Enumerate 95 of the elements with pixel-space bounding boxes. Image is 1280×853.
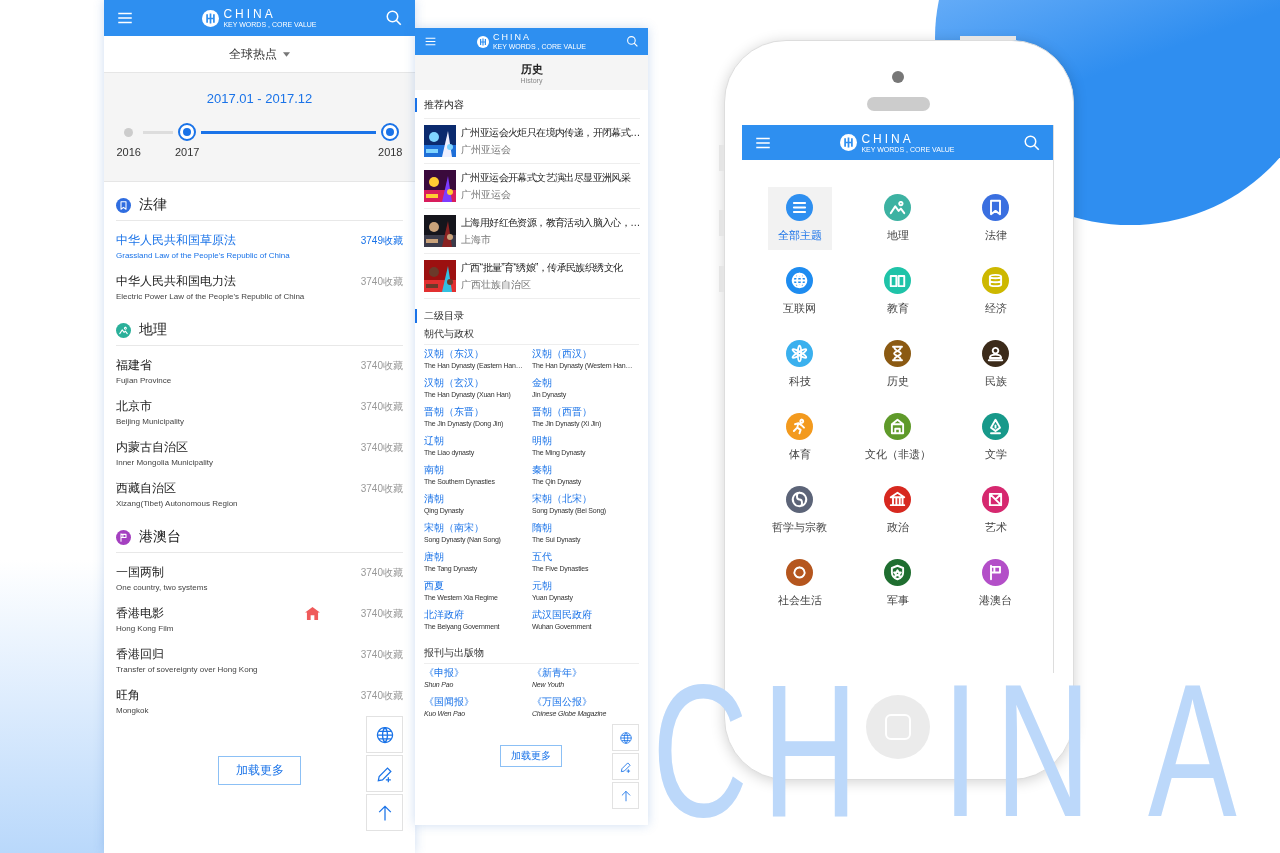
page-title: 历史 <box>520 61 543 77</box>
back-to-top-button[interactable] <box>366 794 403 831</box>
section-heading: 二级目录 <box>415 309 648 323</box>
timeline-handle[interactable] <box>381 123 400 141</box>
logo-icon <box>202 9 220 27</box>
backdrop-letter: N <box>995 660 1092 841</box>
topic-label: 政治 <box>886 520 909 535</box>
topic-tile[interactable]: 文化（非遗） <box>865 406 930 469</box>
list-item[interactable]: 一国两制 One country, two systems 3740收藏 <box>116 557 403 598</box>
backdrop-letter: I <box>942 660 979 841</box>
phone-speaker <box>867 97 930 111</box>
topic-label: 民族 <box>984 374 1007 389</box>
topic-tile[interactable]: 教育 <box>865 260 930 323</box>
back-to-top-button[interactable] <box>612 782 639 809</box>
backdrop-letter: A <box>1148 660 1237 841</box>
news-item[interactable]: 广州亚运会开幕式文艺演出尽显亚洲风采 广州亚运会 <box>424 164 640 209</box>
topic-label: 教育 <box>886 301 909 316</box>
logo-icon <box>476 35 489 48</box>
logo-icon <box>840 134 858 151</box>
house-icon <box>305 607 320 620</box>
topic-label: 港澳台 <box>979 593 1012 608</box>
timeline-handle[interactable] <box>124 127 134 137</box>
list-item[interactable]: 北京市 Beijing Municipality 3740收藏 <box>116 391 403 432</box>
logo-text: CHINA <box>223 8 277 20</box>
year-label: 2017 <box>174 146 201 158</box>
topic-tile[interactable]: 艺术 <box>963 479 1028 542</box>
topic-tile[interactable]: 港澳台 <box>963 552 1028 615</box>
date-range: 2017.01 - 2017.12 <box>206 91 313 106</box>
list-item[interactable]: 中华人民共和国电力法 Electric Power Law of the People's Republic of China 3740收藏 <box>116 266 403 307</box>
list-item[interactable]: 中华人民共和国草原法 Grassland Law of the People's Republic of China 3749收藏 <box>116 225 403 266</box>
globe-button[interactable] <box>612 724 639 751</box>
topic-label: 全部主题 <box>777 228 822 243</box>
topic-tile[interactable]: 体育 <box>767 406 832 469</box>
news-item[interactable]: 广州亚运会火炬只在境内传递，开闭幕式… 广州亚运会 <box>424 119 640 164</box>
caret-icon <box>283 51 290 57</box>
topic-label: 艺术 <box>984 520 1007 535</box>
backdrop-letter: H <box>762 660 859 841</box>
filter-dropdown[interactable]: 全球热点 <box>225 41 294 67</box>
globe-icon <box>618 730 633 745</box>
topic-tile[interactable]: 全部主题 <box>767 187 832 250</box>
edit-add-button[interactable] <box>612 753 639 780</box>
news-item[interactable]: 上海用好红色资源，教育活动入脑入心，… 上海市 <box>424 209 640 254</box>
topic-label: 军事 <box>886 593 909 608</box>
list-item[interactable]: 福建省 Fujian Province 3740收藏 <box>116 350 403 391</box>
topic-label: 互联网 <box>783 301 816 316</box>
load-more-button[interactable]: 加载更多 <box>500 745 562 767</box>
topic-tile[interactable]: 文学 <box>963 406 1028 469</box>
topic-label: 历史 <box>886 374 909 389</box>
section-title: 地理 <box>139 321 167 339</box>
menu-icon[interactable] <box>424 35 437 48</box>
topic-label: 社会生活 <box>777 593 822 608</box>
topic-label: 地理 <box>886 228 909 243</box>
topic-tile[interactable]: 地理 <box>865 187 930 250</box>
topic-tile[interactable]: 互联网 <box>767 260 832 323</box>
list-item[interactable]: 香港回归 Transfer of sovereignty over Hong Kong 3740收藏 <box>116 639 403 680</box>
topic-tile[interactable]: 历史 <box>865 333 930 396</box>
group-title: 朝代与政权 <box>424 327 639 345</box>
backdrop-letter: C <box>652 660 749 841</box>
topic-tile[interactable]: 法律 <box>963 187 1028 250</box>
news-item[interactable]: 广西“批量”育“绣娘”，传承民族织绣文化 广西壮族自治区 <box>424 254 640 299</box>
search-icon[interactable] <box>1023 133 1041 152</box>
search-icon[interactable] <box>626 35 639 48</box>
topic-label: 哲学与宗教 <box>772 520 827 535</box>
year-label: 2016 <box>115 146 142 158</box>
section-title: 法律 <box>139 196 167 214</box>
list-item[interactable]: 旺角 Mongkok 3740收藏 <box>116 680 403 721</box>
load-more-button[interactable]: 加载更多 <box>218 756 301 785</box>
topic-label: 体育 <box>788 447 811 462</box>
topic-label: 科技 <box>788 374 811 389</box>
topic-label: 经济 <box>984 301 1007 316</box>
topic-tile[interactable]: 经济 <box>963 260 1028 323</box>
topic-tile[interactable]: 社会生活 <box>767 552 832 615</box>
list-item[interactable]: 西藏自治区 Xizang(Tibet) Autonomous Region 3740收藏 <box>116 473 403 514</box>
topic-tile[interactable]: 哲学与宗教 <box>767 479 832 542</box>
topic-tile[interactable]: 政治 <box>865 479 930 542</box>
topic-tile[interactable]: 军事 <box>865 552 930 615</box>
topic-tile[interactable]: 科技 <box>767 333 832 396</box>
globe-button[interactable] <box>366 716 403 753</box>
topic-label: 文学 <box>984 447 1007 462</box>
topic-tile[interactable]: 民族 <box>963 333 1028 396</box>
group-title: 报刊与出版物 <box>424 646 639 664</box>
section-heading: 推荐内容 <box>415 98 648 112</box>
logo-text: CHINA <box>861 132 915 145</box>
list-item[interactable]: 内蒙古自治区 Inner Mongolia Municipality 3740收藏 <box>116 432 403 473</box>
globe-icon <box>374 724 395 745</box>
topic-label: 法律 <box>984 228 1007 243</box>
pencil-plus-icon <box>618 759 633 774</box>
edit-add-button[interactable] <box>366 755 403 792</box>
section-title: 港澳台 <box>139 528 181 546</box>
search-icon[interactable] <box>385 9 403 27</box>
topic-label: 文化（非遗） <box>864 447 931 462</box>
list-item[interactable]: 香港电影 Hong Kong Film 3740收藏 <box>116 598 403 639</box>
logo-text: CHINA <box>492 33 532 42</box>
timeline-handle[interactable] <box>178 123 197 141</box>
year-label: 2018 <box>377 146 404 158</box>
